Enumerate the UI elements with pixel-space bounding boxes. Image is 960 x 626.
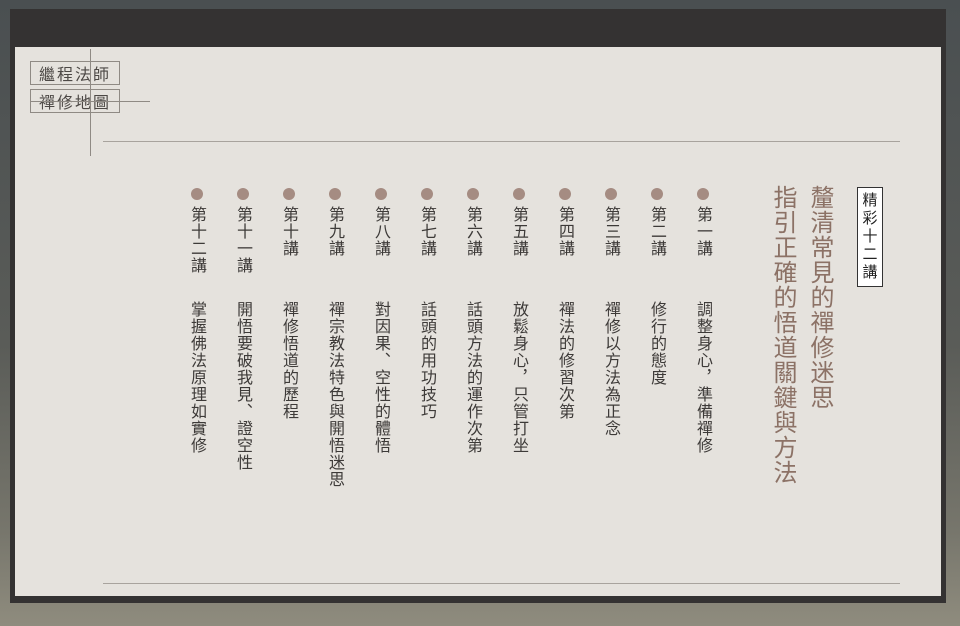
content-card: 繼程法師 禪修地圖 精彩十二講 釐清常見的禪修迷思 指引正確的悟道關鍵與方法 第… xyxy=(15,47,941,596)
lecture-item: 第四講 禪法的修習次第 xyxy=(552,185,578,555)
lecture-number: 第二講 xyxy=(648,206,667,257)
logo-line-1: 繼程法師 xyxy=(30,61,120,85)
lecture-title: 掌握佛法原理如實修 xyxy=(188,301,207,454)
lecture-title: 禪修以方法為正念 xyxy=(602,301,621,437)
bullet-dot-icon xyxy=(697,188,709,200)
top-divider xyxy=(103,141,900,142)
lecture-item: 第九講 禪宗教法特色與開悟迷思 xyxy=(322,185,348,555)
lecture-title: 修行的態度 xyxy=(648,301,667,386)
lecture-number: 第三講 xyxy=(602,206,621,257)
bullet-dot-icon xyxy=(513,188,525,200)
lecture-item: 第七講 話頭的用功技巧 xyxy=(414,185,440,555)
lecture-number: 第五講 xyxy=(510,206,529,257)
lecture-title: 話頭的用功技巧 xyxy=(418,301,437,420)
bullet-dot-icon xyxy=(283,188,295,200)
lecture-list: 第一講 調整身心，準備禪修 第二講 修行的態度 第三講 禪修以方法為正念 第四講… xyxy=(15,185,941,565)
logo: 繼程法師 禪修地圖 xyxy=(30,49,150,156)
lecture-item: 第二講 修行的態度 xyxy=(644,185,670,555)
bullet-dot-icon xyxy=(421,188,433,200)
lecture-item: 第五講 放鬆身心，只管打坐 xyxy=(506,185,532,555)
lecture-item: 第一講 調整身心，準備禪修 xyxy=(690,185,716,555)
logo-cross-horizontal xyxy=(30,101,150,102)
lecture-item: 第十二講 掌握佛法原理如實修 xyxy=(184,185,210,555)
lecture-title: 開悟要破我見、證空性 xyxy=(234,301,253,471)
lecture-title: 對因果、空性的體悟 xyxy=(372,301,391,454)
bullet-dot-icon xyxy=(651,188,663,200)
lecture-title: 放鬆身心，只管打坐 xyxy=(510,301,529,454)
lecture-title: 禪宗教法特色與開悟迷思 xyxy=(326,301,345,488)
lecture-number: 第六講 xyxy=(464,206,483,257)
lecture-number: 第十二講 xyxy=(188,206,207,274)
lecture-number: 第十一講 xyxy=(234,206,253,274)
lecture-title: 禪修悟道的歷程 xyxy=(280,301,299,420)
lecture-number: 第八講 xyxy=(372,206,391,257)
lecture-number: 第十講 xyxy=(280,206,299,257)
lecture-number: 第一講 xyxy=(694,206,713,257)
lecture-title: 禪法的修習次第 xyxy=(556,301,575,420)
lecture-title: 調整身心，準備禪修 xyxy=(694,301,713,454)
bullet-dot-icon xyxy=(559,188,571,200)
lecture-item: 第六講 話頭方法的運作次第 xyxy=(460,185,486,555)
lecture-number: 第九講 xyxy=(326,206,345,257)
bottom-divider xyxy=(103,583,900,584)
lecture-item: 第三講 禪修以方法為正念 xyxy=(598,185,624,555)
bullet-dot-icon xyxy=(375,188,387,200)
logo-cross-vertical xyxy=(90,49,91,156)
bullet-dot-icon xyxy=(191,188,203,200)
lecture-title: 話頭方法的運作次第 xyxy=(464,301,483,454)
lecture-number: 第四講 xyxy=(556,206,575,257)
bullet-dot-icon xyxy=(467,188,479,200)
bullet-dot-icon xyxy=(329,188,341,200)
lecture-item: 第十一講 開悟要破我見、證空性 xyxy=(230,185,256,555)
bullet-dot-icon xyxy=(237,188,249,200)
lecture-item: 第十講 禪修悟道的歷程 xyxy=(276,185,302,555)
lecture-number: 第七講 xyxy=(418,206,437,257)
bullet-dot-icon xyxy=(605,188,617,200)
lecture-item: 第八講 對因果、空性的體悟 xyxy=(368,185,394,555)
